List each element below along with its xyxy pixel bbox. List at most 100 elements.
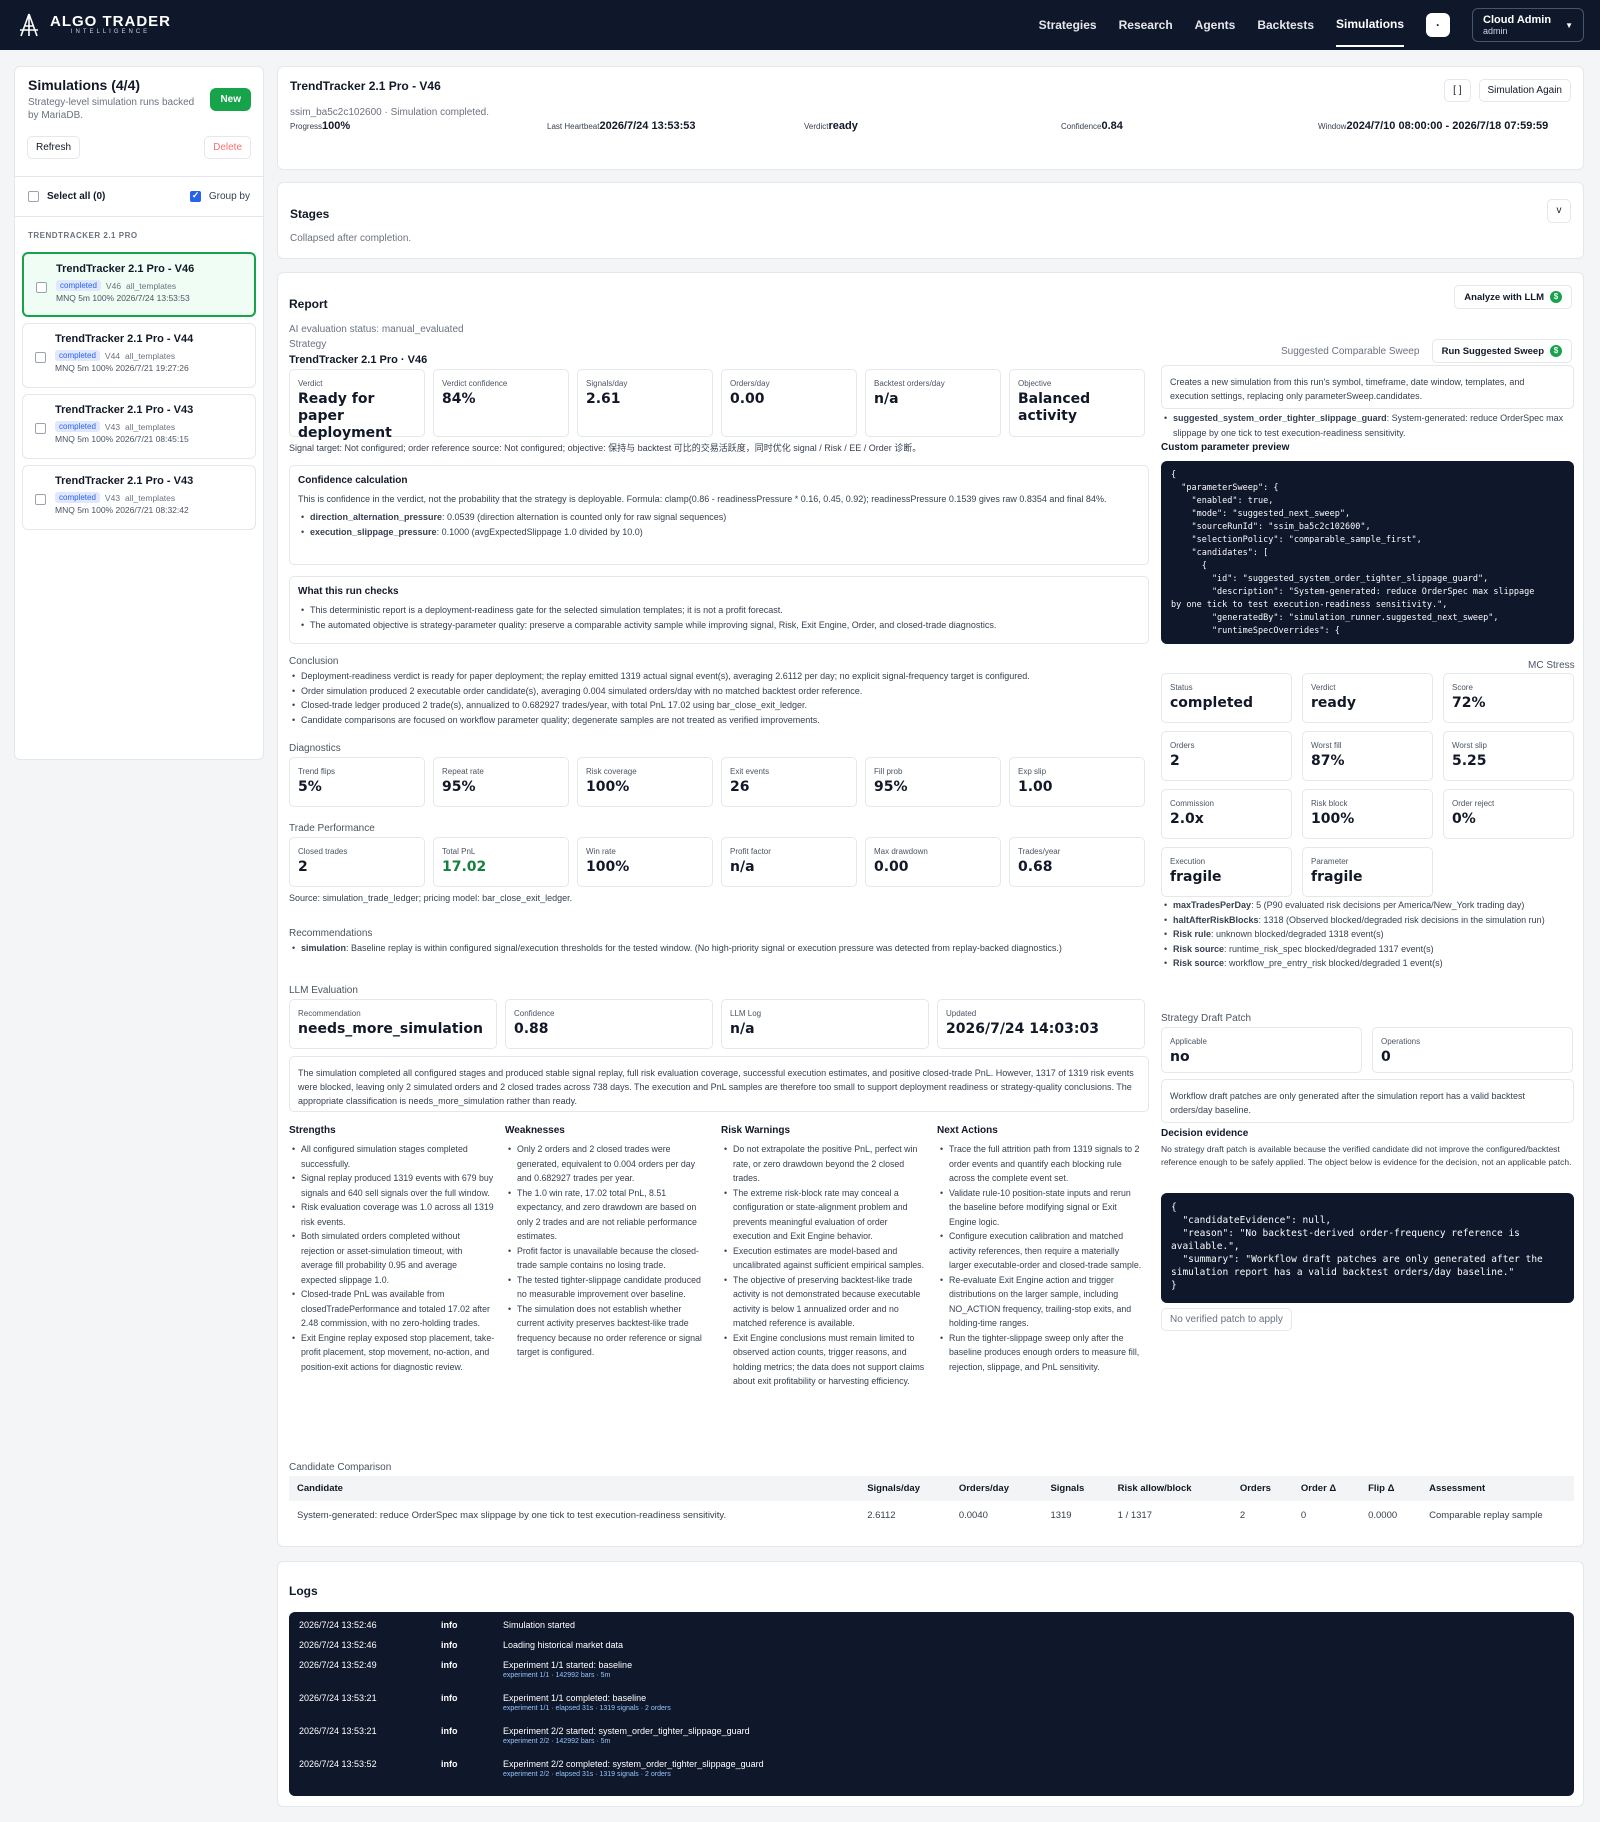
group-by-label: Group by xyxy=(208,191,250,202)
trade-kpi-card: Win rate 100% xyxy=(577,837,713,887)
verdict-kpi-label: Orders/day xyxy=(730,379,770,388)
report-title: Report xyxy=(289,297,328,311)
llm-column-weaknesses: Weaknesses Only 2 orders and 2 closed tra… xyxy=(505,1125,711,1360)
simulation-version: V43 xyxy=(104,421,121,432)
simulation-list-item[interactable]: TrendTracker 2.1 Pro - V43 completed V43 al… xyxy=(22,394,256,459)
nav-research[interactable]: Research xyxy=(1119,4,1173,46)
log-message-text: Experiment 2/2 started: system_order_tig… xyxy=(503,1726,750,1736)
column-item: Execution estimates are model-based and … xyxy=(721,1244,927,1273)
column-title: Next Actions xyxy=(937,1125,998,1136)
chevron-down-icon: ▼ xyxy=(1565,20,1573,30)
mc-stress-kpi-card: Worst slip 5.25 xyxy=(1443,731,1574,781)
stages-toggle[interactable]: v xyxy=(1547,199,1571,223)
run-header: TrendTracker 2.1 Pro - V46 [ ] Simulatio… xyxy=(277,66,1584,170)
diagnostic-kpi-card: Fill prob 95% xyxy=(865,757,1001,807)
expand-button[interactable]: [ ] xyxy=(1444,79,1471,102)
candidate-table: Candidate Signals/day Orders/day Signals Ris… xyxy=(289,1476,1574,1530)
quick-action-button[interactable]: · xyxy=(1426,13,1451,37)
nav-simulations[interactable]: Simulations xyxy=(1336,3,1405,47)
mc-stress-kpi-value: completed xyxy=(1170,695,1254,711)
mc-stress-kpi-label: Execution xyxy=(1170,857,1206,866)
item-checkbox[interactable] xyxy=(35,423,46,434)
no-patch-button[interactable]: No verified patch to apply xyxy=(1161,1308,1292,1331)
conclusion-item: Closed-trade ledger produced 2 trade(s),… xyxy=(289,698,1159,713)
new-simulation-button[interactable]: New xyxy=(210,88,251,111)
run-suggested-sweep-button[interactable]: Run Suggested Sweep $ xyxy=(1431,339,1572,363)
run-checks-title: What this run checks xyxy=(298,586,399,597)
window-stat: Window2024/7/10 08:00:00 - 2026/7/18 07:… xyxy=(1318,120,1549,132)
diagnostic-kpi-label: Repeat rate xyxy=(442,767,484,776)
group-by-checkbox[interactable] xyxy=(189,190,201,202)
diagnostics-label: Diagnostics xyxy=(289,743,341,754)
item-checkbox[interactable] xyxy=(35,494,46,505)
diagnostic-kpi-card: Repeat rate 95% xyxy=(433,757,569,807)
mc-stress-kpi-value: 0% xyxy=(1452,811,1476,827)
simulation-meta: completed V46 all_templates xyxy=(56,280,244,291)
patch-kpi-value: no xyxy=(1170,1049,1190,1065)
item-checkbox[interactable] xyxy=(36,282,47,293)
trade-kpi-label: Closed trades xyxy=(298,847,348,856)
patch-note: Workflow draft patches are only generate… xyxy=(1161,1079,1574,1123)
recommendations-list: simulation: Baseline replay is within co… xyxy=(289,941,1149,956)
table-cell: Comparable replay sample xyxy=(1429,1510,1543,1521)
confidence-stat: Confidence0.84 xyxy=(1061,120,1123,132)
simulation-list-item[interactable]: TrendTracker 2.1 Pro - V46 completed V46 al… xyxy=(22,252,256,317)
status-badge: completed xyxy=(56,280,101,291)
simulation-title: TrendTracker 2.1 Pro - V46 xyxy=(56,263,195,275)
column-header: Orders xyxy=(1231,1476,1293,1501)
user-menu[interactable]: Cloud Admin admin ▼ xyxy=(1472,8,1584,42)
item-checkbox[interactable] xyxy=(35,352,46,363)
log-row: 2026/7/24 13:52:46 info Loading historical… xyxy=(299,1640,1564,1660)
log-timestamp: 2026/7/24 13:52:49 xyxy=(299,1660,377,1670)
preview-label: Custom parameter preview xyxy=(1161,442,1290,453)
analyze-llm-button[interactable]: Analyze with LLM $ xyxy=(1454,285,1572,309)
mc-stress-kpi-card: Verdict ready xyxy=(1302,673,1433,723)
simulation-again-button[interactable]: Simulation Again xyxy=(1478,79,1571,102)
column-title: Risk Warnings xyxy=(721,1125,791,1136)
trade-kpi-card: Total PnL 17.02 xyxy=(433,837,569,887)
verdict-kpi-value: 84% xyxy=(442,391,476,407)
conclusion-label: Conclusion xyxy=(289,656,339,667)
column-item: Risk evaluation coverage was 1.0 across … xyxy=(289,1200,495,1229)
dollar-icon: $ xyxy=(1550,291,1562,303)
decision-evidence-label: Decision evidence xyxy=(1161,1128,1249,1139)
strategy-draft-patch-label: Strategy Draft Patch xyxy=(1161,1013,1252,1024)
trade-kpi-label: Profit factor xyxy=(730,847,771,856)
report-panel: Report Analyze with LLM $ AI evaluation s… xyxy=(277,272,1584,1547)
simulation-list-item[interactable]: TrendTracker 2.1 Pro - V43 completed V43 al… xyxy=(22,465,256,530)
select-all-checkbox[interactable] xyxy=(28,191,39,202)
nav-backtests[interactable]: Backtests xyxy=(1257,4,1314,46)
nav-strategies[interactable]: Strategies xyxy=(1039,4,1097,46)
sweep-candidates: suggested_system_order_tighter_slippage_… xyxy=(1161,411,1574,440)
log-message: Experiment 1/1 started: baseline experime… xyxy=(503,1660,632,1693)
main-nav: Strategies Research Agents Backtests Sim… xyxy=(1039,3,1584,47)
decision-evidence-text: No strategy draft patch is available bec… xyxy=(1161,1144,1572,1167)
log-detail: experiment 1/1 · elapsed 31s · 1319 sign… xyxy=(503,1705,671,1712)
mc-stress-kpi-label: Order reject xyxy=(1452,799,1495,808)
stages-title: Stages xyxy=(290,207,330,221)
column-list: All configured simulation stages complet… xyxy=(289,1142,495,1374)
conclusion-list: Deployment-readiness verdict is ready fo… xyxy=(289,669,1159,727)
log-level: info xyxy=(441,1693,458,1703)
simulation-list-item[interactable]: TrendTracker 2.1 Pro - V44 completed V44 al… xyxy=(22,323,256,388)
progress-stat: Progress100% xyxy=(290,120,351,132)
run-checks: What this run checks This deterministic … xyxy=(289,576,1149,644)
verdict-kpi-label: Objective xyxy=(1018,379,1052,388)
delete-button[interactable]: Delete xyxy=(204,136,251,159)
top-navbar: ALGO TRADER INTELLIGENCE Strategies Rese… xyxy=(0,0,1600,50)
nav-agents[interactable]: Agents xyxy=(1195,4,1236,46)
column-title: Weaknesses xyxy=(505,1125,565,1136)
table-row[interactable]: System-generated: reduce OrderSpec max s… xyxy=(289,1501,1574,1530)
log-level: info xyxy=(441,1759,458,1769)
brand-name: ALGO TRADER xyxy=(50,13,171,30)
refresh-button[interactable]: Refresh xyxy=(27,136,81,159)
simulation-version: V46 xyxy=(105,280,122,291)
log-detail: experiment 2/2 · 142992 bars · 5m xyxy=(503,1738,611,1745)
app-logo[interactable]: ALGO TRADER INTELLIGENCE xyxy=(16,12,171,38)
log-row: 2026/7/24 13:53:52 info Experiment 2/2 com… xyxy=(299,1759,1564,1792)
mc-stress-kpi-label: Verdict xyxy=(1311,683,1336,692)
mc-stress-kpi-card: Order reject 0% xyxy=(1443,789,1574,839)
conclusion-item: Candidate comparisons are focused on wor… xyxy=(289,713,1159,728)
mc-note-item: Risk source: workflow_pre_entry_risk blo… xyxy=(1161,956,1574,971)
mc-stress-kpi-card: Parameter fragile xyxy=(1302,847,1433,897)
